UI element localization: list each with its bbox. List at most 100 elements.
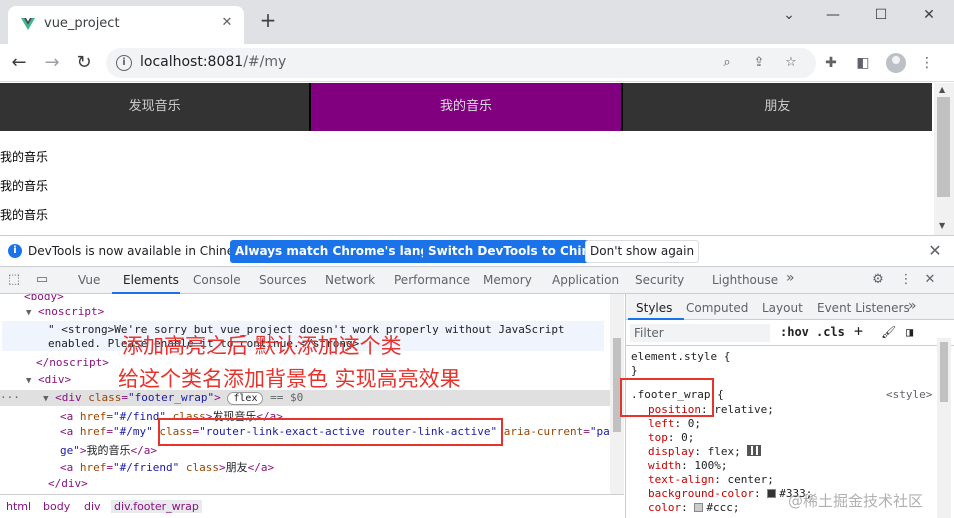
info-icon: i bbox=[8, 244, 22, 258]
site-info-icon[interactable]: i bbox=[116, 55, 132, 71]
profile-avatar[interactable] bbox=[886, 53, 906, 73]
css-prop-left[interactable]: left: 0; bbox=[648, 417, 701, 430]
close-icon[interactable]: ✕ bbox=[926, 242, 944, 260]
annotation-text-line-1: 添加高亮之后 默认添加这个类 bbox=[122, 334, 402, 358]
dom-node-div-app[interactable]: ▼ <div> bbox=[26, 373, 71, 387]
dom-node-link-my-cont: ge">我的音乐</a> bbox=[60, 444, 157, 457]
tab-lighthouse[interactable]: Lighthouse bbox=[712, 273, 778, 287]
chevron-down-icon[interactable]: ⌄ bbox=[774, 4, 804, 26]
url-text[interactable]: localhost:8081/#/my bbox=[140, 54, 286, 70]
page-text-line: 我的音乐 bbox=[0, 150, 49, 164]
dom-node-noscript-close[interactable]: </noscript> bbox=[36, 356, 109, 370]
window-close-icon[interactable]: ✕ bbox=[914, 4, 944, 26]
color-swatch-icon[interactable] bbox=[767, 489, 777, 498]
tab-sources[interactable]: Sources bbox=[259, 273, 306, 287]
style-source-link[interactable]: <style> bbox=[886, 388, 932, 401]
tab-title: vue_project bbox=[44, 16, 120, 31]
class-toggle[interactable]: .cls bbox=[816, 325, 845, 339]
css-prop-display[interactable]: display: flex; bbox=[648, 445, 762, 458]
css-prop-color[interactable]: color: #ccc; bbox=[648, 501, 740, 514]
vue-favicon-icon bbox=[21, 18, 35, 30]
node-actions-icon[interactable]: ··· bbox=[0, 391, 20, 404]
dont-show-again-button[interactable]: Don't show again bbox=[585, 240, 700, 263]
tab-layout[interactable]: Layout bbox=[762, 301, 803, 315]
maximize-icon[interactable]: ☐ bbox=[866, 4, 896, 26]
settings-gear-icon[interactable]: ⚙ bbox=[870, 272, 886, 288]
new-style-rule-icon[interactable]: + bbox=[854, 322, 863, 340]
close-tab-icon[interactable]: ✕ bbox=[218, 14, 236, 32]
extensions-icon[interactable]: ✚ bbox=[822, 54, 840, 72]
devtools-menu-icon[interactable]: ⋮ bbox=[898, 272, 914, 288]
expand-triangle-icon[interactable]: ▼ bbox=[26, 308, 31, 318]
dom-node-link-friend[interactable]: <a href="#/friend" class>朋友</a> bbox=[60, 459, 274, 474]
expand-triangle-icon[interactable]: ▼ bbox=[26, 376, 31, 386]
dom-node-div-close[interactable]: </div> bbox=[48, 477, 88, 491]
flexbox-editor-icon[interactable] bbox=[747, 445, 762, 456]
tab-application[interactable]: Application bbox=[552, 273, 619, 287]
annotation-box-class-attr bbox=[158, 418, 503, 446]
back-icon[interactable]: ← bbox=[5, 49, 33, 77]
styles-filter-input[interactable]: Filter bbox=[630, 324, 770, 342]
css-prop-text-align[interactable]: text-align: center; bbox=[648, 473, 774, 486]
more-tabs-icon[interactable]: » bbox=[786, 270, 795, 286]
nav-link-find[interactable]: 发现音乐 bbox=[0, 83, 312, 131]
breadcrumb-body[interactable]: body bbox=[43, 500, 70, 513]
tab-strip: vue_project ✕ + ⌄ — ☐ ✕ bbox=[0, 0, 954, 44]
scrollbar-thumb[interactable] bbox=[940, 342, 948, 402]
element-style-rule[interactable]: element.style { bbox=[631, 350, 730, 363]
forward-icon[interactable]: → bbox=[38, 49, 66, 77]
minimize-icon[interactable]: — bbox=[818, 4, 848, 26]
zoom-icon[interactable]: ⌕ bbox=[718, 54, 736, 72]
breadcrumb: html body div div.footer_wrap bbox=[0, 494, 624, 518]
nav-link-my[interactable]: 我的音乐 bbox=[311, 83, 623, 131]
page-text-line: 我的音乐 bbox=[0, 208, 49, 222]
nav-link-friend[interactable]: 朋友 bbox=[623, 83, 932, 131]
css-prop-width[interactable]: width: 100%; bbox=[648, 459, 728, 472]
breadcrumb-div[interactable]: div bbox=[84, 500, 101, 513]
tab-performance[interactable]: Performance bbox=[394, 273, 470, 287]
tab-event-listeners[interactable]: Event Listeners bbox=[817, 301, 910, 315]
reload-icon[interactable]: ↻ bbox=[70, 49, 98, 77]
paint-icon[interactable]: 🖌 bbox=[881, 325, 896, 339]
close-devtools-icon[interactable]: ✕ bbox=[922, 272, 938, 288]
flex-badge[interactable]: flex bbox=[227, 392, 264, 405]
watermark: @稀土掘金技术社区 bbox=[788, 492, 924, 510]
dom-node-footer-wrap[interactable]: ··· ▼ <div class="footer_wrap"> flex == … bbox=[0, 391, 303, 405]
expand-triangle-icon[interactable]: ▼ bbox=[43, 394, 48, 404]
inspect-element-icon[interactable]: ⬚ bbox=[6, 272, 22, 288]
color-swatch-icon[interactable] bbox=[694, 503, 704, 512]
more-tabs-icon[interactable]: » bbox=[908, 298, 917, 314]
dom-node-noscript[interactable]: ▼ <noscript> bbox=[26, 305, 104, 319]
tab-security[interactable]: Security bbox=[635, 273, 684, 287]
tab-vue[interactable]: Vue bbox=[78, 273, 100, 287]
devtools-tab-bar: ⬚ ▭ Vue Elements Console Sources Network… bbox=[0, 267, 954, 294]
breadcrumb-footer-wrap[interactable]: div.footer_wrap bbox=[111, 500, 202, 513]
tab-console[interactable]: Console bbox=[193, 273, 241, 287]
scroll-up-icon[interactable]: ▲ bbox=[939, 85, 945, 94]
computed-sidebar-icon[interactable]: ◨ bbox=[906, 325, 913, 339]
side-panel-icon[interactable]: ◧ bbox=[854, 54, 872, 72]
star-icon[interactable]: ☆ bbox=[782, 54, 800, 72]
new-tab-button[interactable]: + bbox=[258, 10, 278, 30]
menu-kebab-icon[interactable]: ⋮ bbox=[918, 54, 936, 72]
styles-scrollbar[interactable] bbox=[937, 338, 951, 518]
elements-tree: <body> ▼ <noscript> " <strong>We're sorr… bbox=[0, 294, 612, 494]
tab-styles[interactable]: Styles bbox=[636, 301, 672, 315]
share-icon[interactable]: ⇪ bbox=[750, 54, 768, 72]
scroll-down-icon[interactable]: ▼ bbox=[939, 221, 945, 230]
hover-state-toggle[interactable]: :hov bbox=[780, 325, 809, 339]
device-toolbar-icon[interactable]: ▭ bbox=[34, 272, 50, 288]
page-scrollbar[interactable]: ▲ ▼ bbox=[934, 83, 954, 235]
tab-network[interactable]: Network bbox=[325, 273, 375, 287]
dom-node-body[interactable]: <body> bbox=[24, 294, 64, 304]
tab-elements[interactable]: Elements bbox=[123, 273, 179, 287]
breadcrumb-html[interactable]: html bbox=[6, 500, 31, 513]
address-bar[interactable]: i localhost:8081/#/my ⌕ ⇪ ☆ bbox=[106, 48, 816, 78]
browser-tab[interactable]: vue_project ✕ bbox=[8, 6, 244, 44]
tab-memory[interactable]: Memory bbox=[483, 273, 532, 287]
rule-close-brace: } bbox=[631, 364, 638, 377]
page-text-line: 我的音乐 bbox=[0, 179, 49, 193]
tab-computed[interactable]: Computed bbox=[686, 301, 748, 315]
scrollbar-thumb[interactable] bbox=[937, 97, 950, 197]
css-prop-top[interactable]: top: 0; bbox=[648, 431, 694, 444]
